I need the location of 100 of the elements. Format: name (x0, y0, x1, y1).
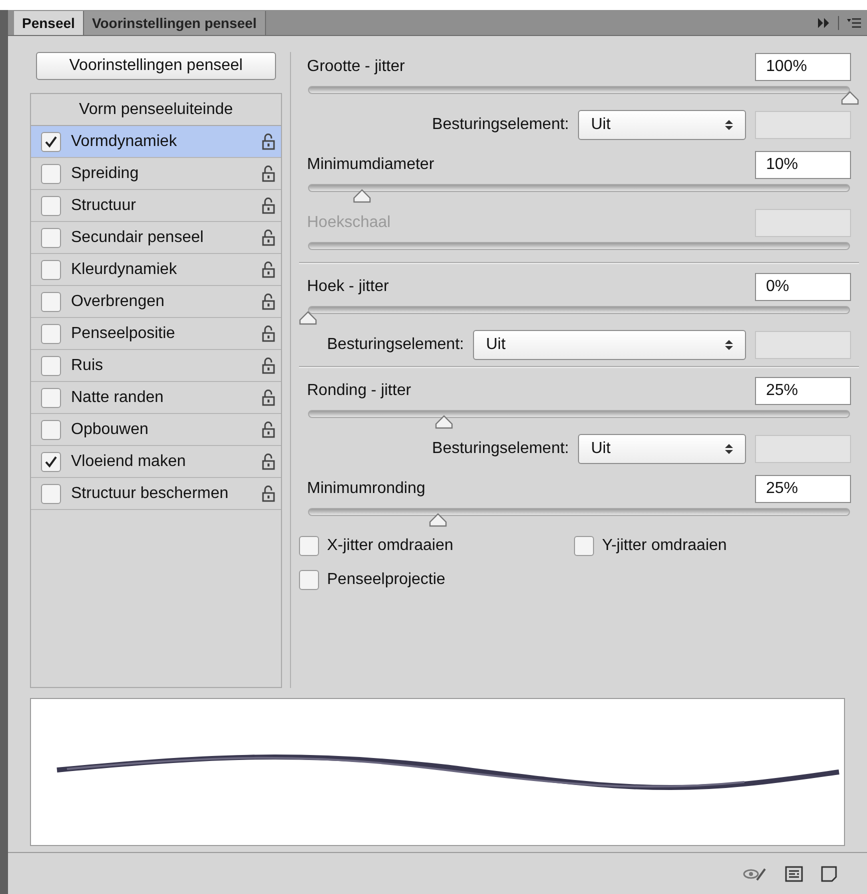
dropdown[interactable]: Uit (578, 434, 746, 464)
padlock-icon[interactable] (262, 197, 275, 214)
up-down-arrows-icon (725, 119, 733, 131)
checkbox-label: X-jitter omdraaien (327, 536, 454, 556)
padlock-icon[interactable] (262, 325, 275, 342)
list-item[interactable]: Penseelpositie (31, 318, 281, 350)
checkbox[interactable] (41, 420, 61, 440)
dropdown-value: Uit (486, 335, 506, 355)
checkbox[interactable] (41, 356, 61, 376)
field-value: 25% (766, 479, 798, 499)
item-label: Vormdynamiek (71, 132, 178, 152)
control-label: Besturingselement: (432, 115, 569, 135)
item-label: Secundair penseel (71, 228, 205, 248)
checkbox-label: Y-jitter omdraaien (602, 536, 727, 556)
padlock-icon[interactable] (262, 357, 275, 374)
control-label: Besturingselement: (432, 439, 569, 459)
checkbox[interactable] (299, 570, 319, 590)
list-item[interactable]: Natte randen (31, 382, 281, 414)
checkbox[interactable] (41, 164, 61, 184)
padlock-icon[interactable] (262, 293, 275, 310)
item-label: Vloeiend maken (71, 452, 187, 472)
double-arrow-icon[interactable] (818, 18, 830, 28)
setting-label: Hoek - jitter (307, 277, 389, 297)
slider-thumb[interactable] (353, 189, 372, 203)
dropdown-value: Uit (591, 115, 611, 135)
grid-icon[interactable] (785, 866, 803, 882)
value-field[interactable] (755, 209, 851, 237)
checkbox[interactable] (299, 536, 319, 556)
field-value: 0% (766, 277, 790, 297)
tab[interactable]: Penseel (14, 11, 84, 35)
setting-label: Grootte - jitter (307, 57, 405, 77)
list-item[interactable]: Spreiding (31, 158, 281, 190)
value-field[interactable]: 0% (755, 273, 851, 301)
list-item[interactable]: Structuur beschermen (31, 478, 281, 510)
list-item[interactable]: Ruis (31, 350, 281, 382)
padlock-icon[interactable] (262, 389, 275, 406)
padlock-icon[interactable] (262, 453, 275, 470)
field-value: 25% (766, 381, 798, 401)
item-label: Spreiding (71, 164, 140, 184)
list-item[interactable]: Vormdynamiek (31, 126, 281, 158)
checkbox[interactable] (41, 292, 61, 312)
value-field[interactable]: 100% (755, 53, 851, 81)
checkbox[interactable] (41, 228, 61, 248)
setting-label: Ronding - jitter (307, 381, 412, 401)
setting-label: Minimumronding (307, 479, 426, 499)
brush-presets-button[interactable]: Voorinstellingen penseel (36, 52, 276, 80)
item-label: Structuur (71, 196, 137, 216)
checkbox[interactable] (41, 260, 61, 280)
value-field[interactable] (755, 111, 851, 139)
checkbox[interactable] (41, 452, 61, 472)
checkbox-label: Penseelprojectie (327, 570, 446, 590)
control-label: Besturingselement: (327, 335, 464, 355)
list-item[interactable]: Structuur (31, 190, 281, 222)
item-label: Penseelpositie (71, 324, 176, 344)
field-value: 100% (766, 57, 807, 77)
padlock-icon[interactable] (262, 229, 275, 246)
checkbox[interactable] (41, 324, 61, 344)
list-item[interactable]: Overbrengen (31, 286, 281, 318)
dropdown-value: Uit (591, 439, 611, 459)
checkbox[interactable] (41, 196, 61, 216)
dropdown[interactable]: Uit (472, 330, 746, 360)
value-field[interactable]: 25% (755, 475, 851, 503)
eye-brush-icon[interactable] (743, 866, 767, 882)
slider-thumb[interactable] (434, 415, 452, 429)
item-label: Opbouwen (71, 420, 150, 440)
tab[interactable]: Voorinstellingen penseel (84, 11, 266, 35)
field-value: 10% (766, 155, 798, 175)
padlock-icon[interactable] (262, 133, 275, 150)
value-field[interactable] (755, 435, 851, 463)
checkmark-icon (44, 134, 58, 148)
checkbox[interactable] (574, 536, 594, 556)
up-down-arrows-icon (725, 443, 733, 455)
padlock-icon[interactable] (262, 165, 275, 182)
list-item[interactable]: Kleurdynamiek (31, 254, 281, 286)
up-down-arrows-icon (725, 339, 733, 351)
padlock-icon[interactable] (262, 261, 275, 278)
item-label: Ruis (71, 356, 104, 376)
checkbox[interactable] (41, 388, 61, 408)
checkbox[interactable] (41, 132, 61, 152)
item-label: Natte randen (71, 388, 165, 408)
new-page-icon[interactable] (821, 866, 837, 882)
value-field[interactable]: 25% (755, 377, 851, 405)
menu-icon[interactable] (847, 18, 861, 28)
slider-thumb[interactable] (299, 311, 317, 325)
slider-thumb[interactable] (429, 513, 448, 527)
padlock-icon[interactable] (262, 485, 275, 502)
item-label: Overbrengen (71, 292, 166, 312)
dropdown[interactable]: Uit (578, 110, 746, 140)
list-item[interactable]: Opbouwen (31, 414, 281, 446)
list-item[interactable]: Secundair penseel (31, 222, 281, 254)
value-field[interactable] (755, 331, 851, 359)
checkmark-icon (44, 454, 58, 468)
item-label: Structuur beschermen (71, 484, 230, 504)
item-label: Kleurdynamiek (71, 260, 178, 280)
setting-label: Hoekschaal (307, 213, 391, 233)
value-field[interactable]: 10% (755, 151, 851, 179)
padlock-icon[interactable] (262, 421, 275, 438)
checkbox[interactable] (41, 484, 61, 504)
slider-thumb[interactable] (841, 91, 859, 105)
list-item[interactable]: Vloeiend maken (31, 446, 281, 478)
